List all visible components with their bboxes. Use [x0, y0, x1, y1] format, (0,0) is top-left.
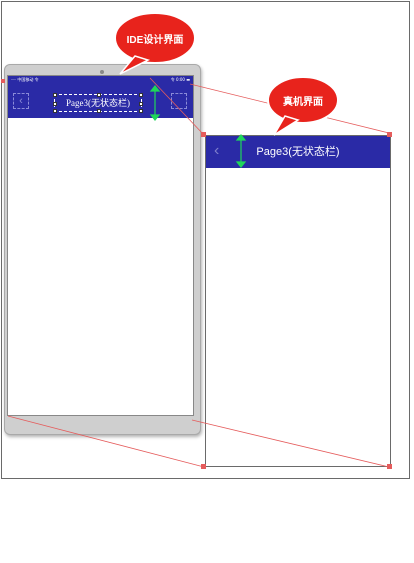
back-arrow-icon: ‹	[19, 95, 23, 107]
ide-status-bar: ᐧᐧᐧᐧᐧ 中国移动 令 令 0:00 ▬	[8, 76, 193, 84]
device-navbar: ‹ Page3(无状态栏)	[206, 136, 390, 168]
device-screen: ‹ Page3(无状态栏)	[205, 135, 391, 467]
ide-back-button[interactable]: ‹	[13, 93, 29, 109]
ide-device-mockup: ᐧᐧᐧᐧᐧ 中国移动 令 令 0:00 ▬ ‹ Page3(无状态栏)	[4, 64, 201, 435]
callout-ide-label: IDE设计界面	[126, 34, 184, 46]
ide-right-button-placeholder[interactable]	[171, 93, 187, 109]
ide-title-selection[interactable]: Page3(无状态栏)	[53, 93, 143, 113]
status-right-text: 令 0:00 ▬	[170, 77, 190, 82]
ide-screen: ᐧᐧᐧᐧᐧ 中国移动 令 令 0:00 ▬ ‹ Page3(无状态栏)	[7, 75, 194, 416]
callout-ide: IDE设计界面	[115, 13, 195, 63]
callout-device-label: 真机界面	[283, 96, 323, 108]
ide-navbar: ‹ Page3(无状态栏)	[8, 84, 193, 118]
camera-dot	[100, 70, 104, 74]
device-page-title: Page3(无状态栏)	[256, 146, 340, 158]
status-left-text: ᐧᐧᐧᐧᐧ 中国移动 令	[11, 77, 39, 82]
ide-page-title: Page3(无状态栏)	[66, 98, 130, 108]
callout-device: 真机界面	[268, 77, 338, 123]
